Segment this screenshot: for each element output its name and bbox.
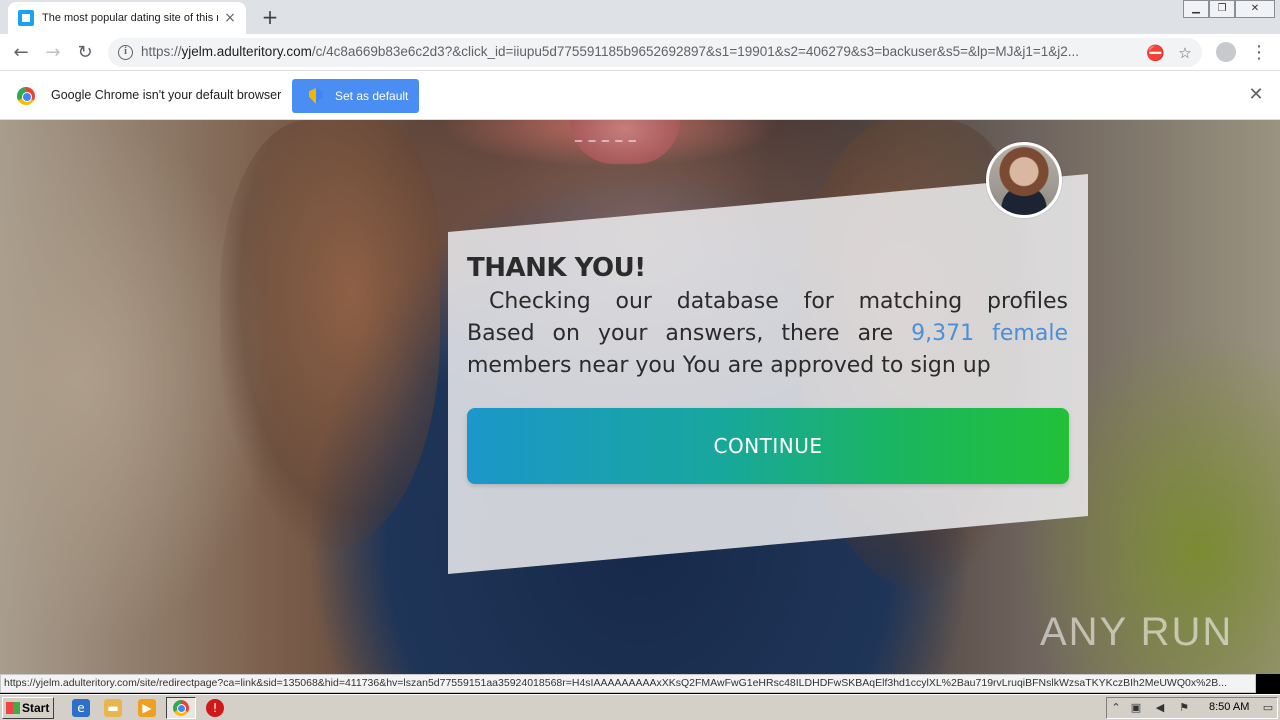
start-label: Start [22, 701, 50, 715]
background-photo-hair-left [220, 120, 440, 550]
start-button[interactable]: Start [2, 697, 54, 719]
url-text[interactable]: https://yjelm.adulteritory.com/c/4c8a669… [141, 44, 1141, 59]
status-url-bubble: https://yjelm.adulteritory.com/site/redi… [0, 674, 1256, 693]
infobar-message: Google Chrome isn't your default browser [51, 88, 282, 102]
anyrun-watermark: ANY RUN [1040, 610, 1234, 654]
blocked-content-icon[interactable]: ⛔ [1146, 44, 1165, 62]
browser-toolbar: ← → ↻ i https://yjelm.adulteritory.com/c… [0, 34, 1280, 71]
system-tray: ⌃ ▣ ◀ ⚑ 8:50 AM ▭ [1106, 697, 1278, 719]
chrome-logo-icon [17, 87, 35, 105]
default-browser-infobar: Google Chrome isn't your default browser… [0, 71, 1280, 120]
bookmark-star-icon[interactable]: ☆ [1176, 44, 1194, 62]
set-as-default-button[interactable]: Set as default [292, 79, 419, 113]
tab-close-icon[interactable]: × [222, 10, 238, 26]
network-icon[interactable]: ▣ [1129, 701, 1143, 715]
taskbar-clock[interactable]: 8:50 AM [1209, 701, 1249, 713]
action-center-flag-icon[interactable]: ⚑ [1177, 701, 1191, 715]
show-desktop-icon[interactable]: ▭ [1261, 701, 1275, 715]
message-line-2: Based on your answers, there are 9,371 f… [467, 318, 1068, 350]
chrome-menu-icon[interactable]: ⋮ [1250, 40, 1268, 66]
new-tab-button[interactable]: + [258, 6, 282, 30]
media-player-icon[interactable]: ▶ [138, 699, 156, 717]
reload-button[interactable]: ↻ [72, 40, 98, 66]
explorer-folder-icon[interactable]: ▬ [104, 699, 122, 717]
ie-icon[interactable]: e [72, 699, 90, 717]
back-button[interactable]: ← [8, 40, 34, 66]
windows-taskbar: Start e ▬ ▶ ! ⌃ ▣ ◀ ⚑ 8:50 AM ▭ [0, 694, 1280, 720]
forward-button[interactable]: → [40, 40, 66, 66]
taskbar-chrome-button[interactable] [166, 697, 196, 719]
address-bar[interactable]: i https://yjelm.adulteritory.com/c/4c8a6… [108, 38, 1202, 67]
window-close-button[interactable]: ✕ [1235, 0, 1275, 18]
continue-button[interactable]: CONTINUE [467, 408, 1069, 484]
profile-avatar-icon[interactable] [1216, 42, 1236, 62]
restore-button[interactable]: ❐ [1209, 0, 1235, 18]
tab-strip: The most popular dating site of this r ×… [0, 0, 1280, 34]
browser-tab[interactable]: The most popular dating site of this r × [8, 2, 246, 34]
message-line-1: Checking our database for matching profi… [489, 289, 1068, 314]
profile-avatar-photo [986, 142, 1062, 218]
message-body: Checking our database for matching profi… [467, 286, 1068, 382]
page-viewport: _ _ _ _ _ THANK YOU! Checking our databa… [0, 120, 1280, 674]
page-title: THANK YOU! [467, 253, 646, 283]
tab-title: The most popular dating site of this r [42, 12, 218, 24]
taskbar-chrome-icon [173, 700, 189, 716]
set-as-default-label: Set as default [335, 89, 409, 103]
female-count-highlight: 9,371 female [911, 321, 1068, 346]
message-line-3: members near you You are approved to sig… [467, 353, 991, 378]
site-info-icon[interactable]: i [118, 45, 133, 60]
url-host: yjelm.adulteritory.com [181, 44, 312, 59]
url-scheme: https:// [141, 44, 182, 59]
tray-expand-icon[interactable]: ⌃ [1109, 701, 1123, 715]
url-path: /c/4c8a669b83e6c2d3?&click_id=iiupu5d775… [311, 44, 1080, 59]
volume-icon[interactable]: ◀ [1153, 701, 1167, 715]
security-alert-icon[interactable]: ! [206, 699, 224, 717]
windows-flag-icon [6, 702, 20, 714]
decor-dashes: _ _ _ _ _ [575, 126, 637, 142]
infobar-close-icon[interactable]: ✕ [1246, 85, 1266, 105]
shield-icon [309, 88, 323, 104]
message-line-2-text: Based on your answers, there are [467, 321, 912, 346]
minimize-button[interactable]: ▁ [1183, 0, 1209, 18]
site-favicon-icon [18, 10, 34, 26]
